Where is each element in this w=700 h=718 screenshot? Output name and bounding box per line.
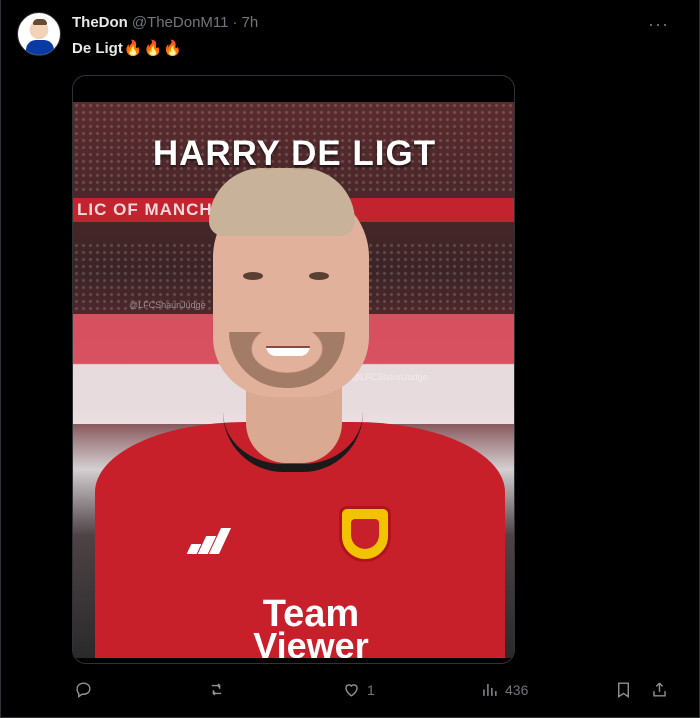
repost-button[interactable] xyxy=(207,680,226,699)
like-button[interactable]: 1 xyxy=(342,680,375,699)
author-handle[interactable]: @TheDonM11 xyxy=(132,14,229,31)
club-crest-icon xyxy=(339,506,391,562)
like-count: 1 xyxy=(367,681,375,698)
player-photo: LIC OF MANCH RMY @LFCShaunJudge @LFCShau… xyxy=(73,102,514,659)
adidas-logo-icon xyxy=(185,526,232,554)
post-header: TheDon @TheDonM11 · 7h xyxy=(72,14,258,31)
sponsor-line-2: Viewer xyxy=(253,625,369,659)
fire-emoji: 🔥 xyxy=(123,40,143,57)
separator-dot: · xyxy=(232,14,238,31)
reply-icon xyxy=(76,682,91,699)
watermark: @LFCShaunJudge xyxy=(351,372,428,382)
watermark: @LFCShaunJudge xyxy=(129,300,206,310)
bookmark-button[interactable] xyxy=(614,680,633,699)
fire-emoji: 🔥 xyxy=(143,40,163,57)
reply-button[interactable] xyxy=(74,680,93,699)
repost-icon xyxy=(211,683,222,696)
post-media[interactable]: LIC OF MANCH RMY @LFCShaunJudge @LFCShau… xyxy=(72,75,515,664)
action-bar: 1 436 xyxy=(72,680,672,702)
post-container: TheDon @TheDonM11 · 7h ··· De Ligt 🔥 🔥 🔥… xyxy=(0,0,700,718)
author-name[interactable]: TheDon xyxy=(72,14,128,31)
avatar[interactable] xyxy=(17,12,61,56)
sponsor-text: Team Viewer xyxy=(191,595,431,659)
share-icon xyxy=(653,682,666,697)
views-count: 436 xyxy=(505,681,529,698)
fire-emoji: 🔥 xyxy=(163,40,182,57)
post-text-content: De Ligt xyxy=(72,39,123,57)
post-time[interactable]: 7h xyxy=(242,14,259,31)
post-text: De Ligt 🔥 🔥 🔥 xyxy=(72,39,182,58)
bookmark-icon xyxy=(618,682,629,698)
share-button[interactable] xyxy=(650,680,669,699)
more-options-icon[interactable]: ··· xyxy=(648,14,669,35)
heart-icon xyxy=(345,684,358,697)
image-title: HARRY DE LIGT xyxy=(152,134,437,173)
views-icon xyxy=(483,683,497,696)
views-button[interactable]: 436 xyxy=(480,680,528,699)
